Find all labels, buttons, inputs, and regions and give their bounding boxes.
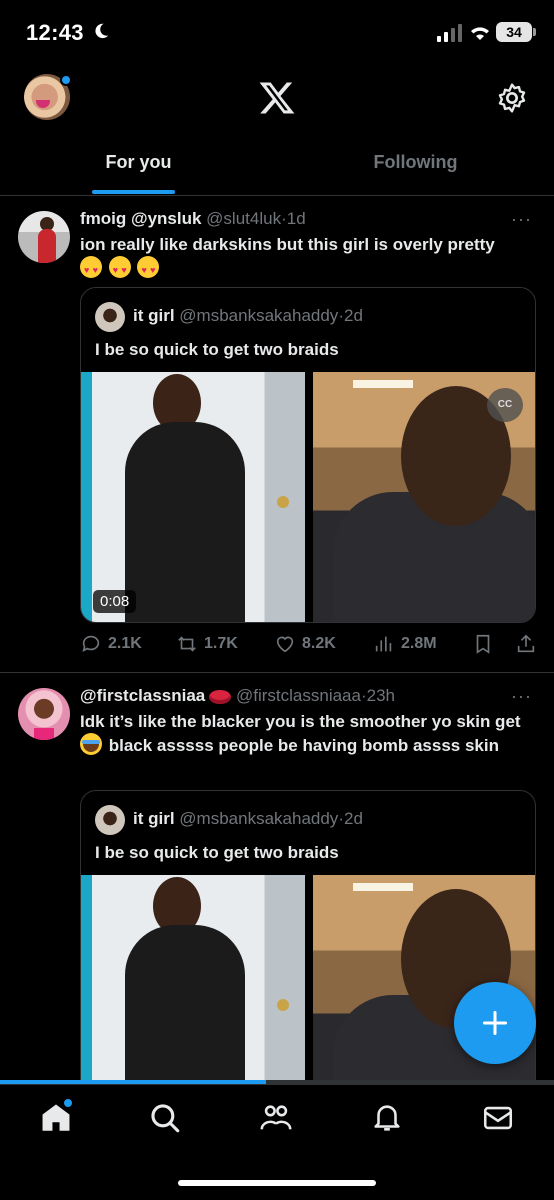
repost-count: 1.7K	[204, 635, 238, 652]
notifications-bell-icon[interactable]	[370, 1101, 404, 1135]
reply-count: 2.1K	[108, 635, 142, 652]
tweet-text: ion really like darkskins but this girl …	[80, 233, 540, 282]
tweet-author-handle[interactable]: @slut4luk	[206, 209, 281, 228]
quoted-tweet-header: it girl @msbanksakahaddy·2d	[133, 306, 363, 326]
tweet-header: @firstclassniaa @firstclassniaaa·23h	[80, 686, 395, 706]
video-thumbnail	[81, 875, 305, 1094]
home-indicator[interactable]	[178, 1180, 376, 1186]
quoted-author-name: it girl	[133, 809, 175, 828]
view-count: 2.8M	[401, 635, 437, 652]
repost-button[interactable]: 1.7K	[176, 633, 238, 655]
plus-icon	[482, 1010, 508, 1036]
quoted-tweet-text: I be so quick to get two braids	[95, 843, 339, 862]
video-duration: 0:08	[93, 590, 137, 613]
tab-for-you[interactable]: For you	[0, 132, 277, 195]
tweet-time: 1d	[286, 209, 306, 228]
loudly-crying-emoji-icon	[80, 733, 102, 755]
like-count: 8.2K	[302, 635, 336, 652]
quoted-author-handle: @msbanksakahaddy	[179, 809, 339, 828]
communities-icon[interactable]	[259, 1101, 293, 1135]
heart-icon	[276, 636, 294, 653]
tweet[interactable]: fmoig @ynsluk @slut4luk·1d ··· ion reall…	[0, 197, 554, 673]
wifi-icon	[471, 27, 489, 40]
status-bar: 12:43 34	[0, 0, 554, 62]
tab-following[interactable]: Following	[277, 132, 554, 195]
captions-icon[interactable]: CC	[487, 388, 523, 422]
quoted-tweet[interactable]: it girl @msbanksakahaddy·2d I be so quic…	[80, 287, 536, 623]
tweet-text: Idk it’s like the blacker you is the smo…	[80, 710, 540, 757]
tweet-author-name[interactable]: @firstclassniaa	[80, 686, 205, 705]
quoted-author-avatar	[95, 805, 125, 835]
tweet-body-part2: black asssss people be having bomb assss…	[108, 736, 499, 755]
reply-icon	[82, 635, 100, 652]
tweet-author-avatar[interactable]	[18, 211, 70, 263]
active-tab-indicator	[92, 190, 175, 194]
tweet-body-part1: Idk it’s like the blacker you is the smo…	[80, 712, 521, 731]
messages-envelope-icon[interactable]	[481, 1101, 515, 1135]
timeline-tabs: For you Following	[0, 132, 554, 196]
video-thumbnail	[81, 372, 305, 622]
search-icon[interactable]	[148, 1101, 182, 1135]
share-icon	[517, 634, 535, 653]
more-options-icon[interactable]: ···	[511, 209, 532, 230]
quoted-tweet-time: 2d	[343, 306, 363, 325]
quoted-video[interactable]	[81, 875, 305, 1094]
bookmark-icon	[476, 634, 490, 654]
quoted-image[interactable]: CC	[313, 372, 535, 622]
share-button[interactable]	[515, 633, 537, 655]
more-options-icon[interactable]: ···	[511, 686, 532, 707]
quoted-author-avatar	[95, 302, 125, 332]
tweet-time: 23h	[366, 686, 396, 705]
tweet-author-avatar[interactable]	[18, 688, 70, 740]
moon-icon	[95, 23, 109, 39]
repost-icon	[178, 636, 196, 652]
tweet-author-handle[interactable]: @firstclassniaaa	[236, 686, 361, 705]
views-button[interactable]: 2.8M	[373, 633, 437, 655]
bookmark-button[interactable]	[472, 633, 494, 655]
lips-emoji-icon	[209, 689, 232, 704]
settings-gear-icon[interactable]	[496, 82, 528, 114]
quoted-tweet-text: I be so quick to get two braids	[95, 340, 339, 359]
compose-post-button[interactable]	[454, 982, 536, 1064]
quoted-tweet-time: 2d	[343, 809, 363, 828]
like-button[interactable]: 8.2K	[274, 633, 336, 655]
heart-eyes-emoji-icon	[108, 256, 131, 282]
home-notification-dot	[62, 1097, 74, 1109]
notification-dot	[60, 74, 72, 86]
quoted-video[interactable]: 0:08	[81, 372, 305, 622]
signal-icon	[437, 24, 462, 42]
heart-eyes-emoji-icon	[137, 256, 160, 282]
quoted-author-name: it girl	[133, 306, 175, 325]
tweet-author-name[interactable]: fmoig @ynsluk	[80, 209, 201, 228]
top-header	[0, 62, 554, 132]
views-chart-icon	[375, 636, 392, 652]
battery-indicator: 34	[496, 22, 536, 42]
x-logo-icon	[259, 82, 295, 114]
tweet-header: fmoig @ynsluk @slut4luk·1d	[80, 209, 306, 229]
tweet-body: ion really like darkskins but this girl …	[80, 235, 495, 254]
quoted-tweet-header: it girl @msbanksakahaddy·2d	[133, 809, 363, 829]
status-time: 12:43	[26, 20, 84, 45]
reply-button[interactable]: 2.1K	[80, 633, 142, 655]
tweet-actions: 2.1K 1.7K 8.2K 2.8M	[80, 633, 540, 659]
quoted-author-handle: @msbanksakahaddy	[179, 306, 339, 325]
heart-eyes-emoji-icon	[80, 256, 102, 282]
